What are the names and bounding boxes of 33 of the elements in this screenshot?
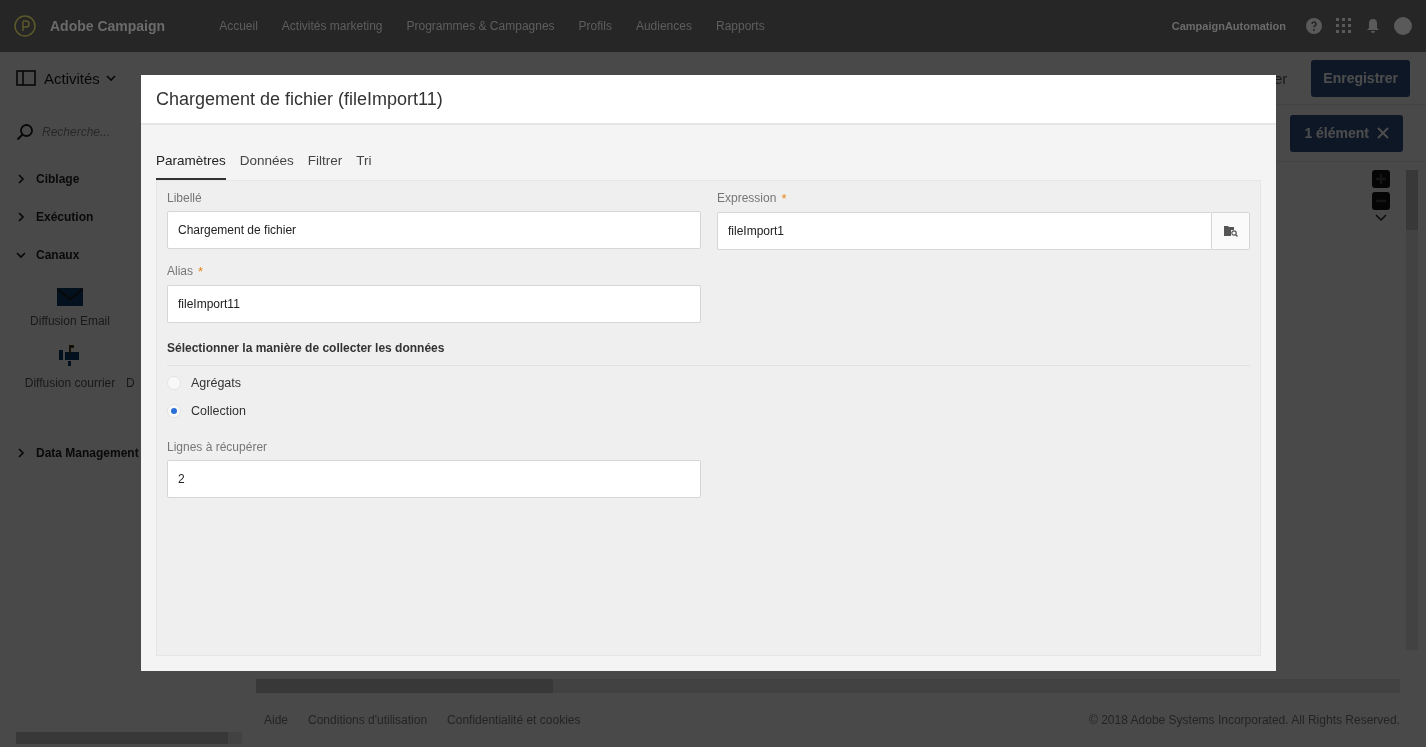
input-field[interactable]: fileImport1	[717, 212, 1212, 250]
radio-button[interactable]	[167, 404, 181, 418]
tab[interactable]: Filtrer	[307, 153, 343, 180]
dialog-title: Chargement de fichier (fileImport11)	[156, 88, 443, 110]
input-field[interactable]: 2	[167, 460, 701, 498]
nav-link[interactable]: Activités marketing	[281, 19, 383, 33]
input-field[interactable]: fileImport11	[167, 285, 701, 323]
tab[interactable]: Données	[239, 153, 294, 180]
field-label: Libellé	[167, 191, 203, 205]
field-label: Alias	[167, 264, 193, 279]
apps-grid-icon[interactable]	[1336, 18, 1352, 34]
bell-icon[interactable]	[1366, 18, 1380, 34]
folder-search-icon	[1223, 225, 1238, 237]
tab[interactable]: Tri	[356, 153, 372, 180]
nav-link[interactable]: Audiences	[635, 19, 692, 33]
nav-link[interactable]: Profils	[578, 19, 612, 33]
nav-link[interactable]: Accueil	[219, 19, 258, 33]
required-mark: *	[198, 264, 204, 279]
help-icon[interactable]	[1306, 18, 1322, 34]
browse-button[interactable]	[1212, 212, 1250, 250]
field-label: Lignes à récupérer	[167, 440, 269, 454]
input-field[interactable]: Chargement de fichier	[167, 211, 701, 249]
user-name[interactable]: CampaignAutomation	[1171, 20, 1286, 32]
nav-link[interactable]: Programmes & Campagnes	[406, 19, 555, 33]
avatar-icon[interactable]	[1394, 17, 1412, 35]
radio-label[interactable]: Agrégats	[191, 376, 242, 390]
field-label: Expression	[717, 191, 777, 206]
logo-icon	[14, 15, 36, 37]
brand-name: Adobe Campaign	[50, 18, 166, 34]
nav-link[interactable]: Rapports	[715, 19, 765, 33]
radio-label[interactable]: Collection	[191, 404, 246, 418]
required-mark: *	[781, 191, 787, 206]
section-title: Sélectionner la manière de collecter les données	[167, 341, 1250, 366]
